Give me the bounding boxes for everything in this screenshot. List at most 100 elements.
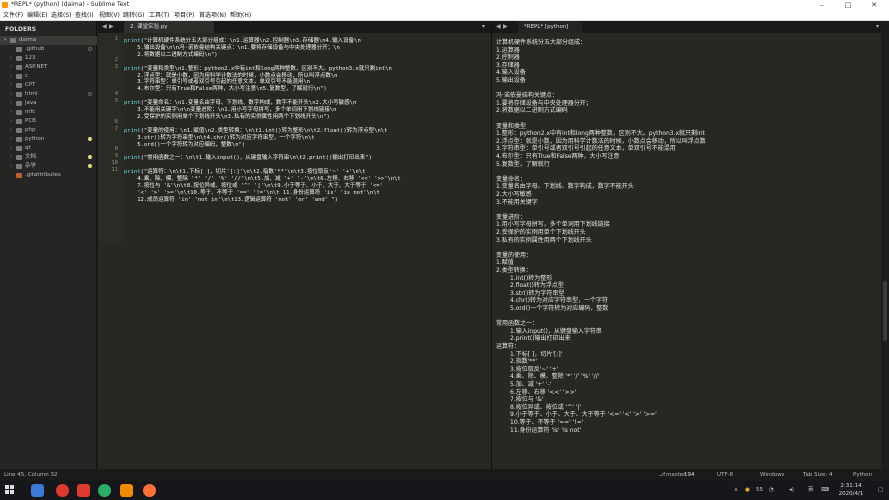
menu-project[interactable]: 项目(P) xyxy=(174,10,194,21)
git-status-icon xyxy=(88,164,92,168)
wechat-icon[interactable] xyxy=(98,484,111,497)
menu-preferences[interactable]: 首选项(N) xyxy=(199,10,226,21)
menu-tools[interactable]: 工具(T) xyxy=(149,10,169,21)
line-number: 3 xyxy=(114,63,118,70)
repl-output[interactable]: 计算机硬件系统分五大部分组成： 1.运算器 2.控制器 3.存储器 4.输入设备 5.输出… xyxy=(492,33,881,469)
code-line[interactable]: 12.成员运算符 'in' 'not in'\n\t13.逻辑运算符 'not'… xyxy=(124,195,338,203)
sidebar-item[interactable]: › ASP.NET xyxy=(0,63,97,72)
file-explorer-icon[interactable] xyxy=(31,484,44,497)
chevron-right-icon[interactable]: › xyxy=(10,144,15,153)
tab-prev-icon[interactable]: ◀ xyxy=(102,23,107,30)
sidebar-item[interactable]: › php xyxy=(0,126,97,135)
chevron-down-icon[interactable]: ▾ xyxy=(4,36,9,45)
tab-menu-icon[interactable]: ▾ xyxy=(482,23,485,30)
chevron-right-icon[interactable]: › xyxy=(10,81,15,90)
sidebar-item[interactable]: .gitattributes xyxy=(0,171,97,180)
output-line: 5.复数型，了解就行 xyxy=(496,160,550,168)
tab-menu-icon-right[interactable]: ▾ xyxy=(876,23,879,30)
code-line[interactable]: 2.受保护的实例用单个下划线开头\n3.私有的实例属性用两个下划线开头\n") xyxy=(124,112,330,120)
clock-time: 2:31:14 xyxy=(840,483,862,489)
tray-chevron-icon[interactable]: ∧ xyxy=(734,481,738,500)
menu-view[interactable]: 视图(V) xyxy=(99,10,120,21)
sidebar-item-label: qt xyxy=(25,145,31,151)
menu-file[interactable]: 文件(F) xyxy=(3,10,23,21)
weibo-icon[interactable] xyxy=(77,484,90,497)
status-tab-size[interactable]: Tab Size: 4 xyxy=(803,469,832,481)
tab-editor-file[interactable]: 2. 课堂实验.py xyxy=(124,21,214,33)
chevron-right-icon[interactable]: › xyxy=(10,54,15,63)
sidebar-item[interactable]: › 123 xyxy=(0,54,97,63)
code-line[interactable]: print("常用函数之一：\n\t1.输入input()，从键盘输入字符串\n… xyxy=(124,153,372,161)
sublime-text-icon[interactable] xyxy=(120,484,133,497)
output-scrollbar[interactable] xyxy=(881,21,889,469)
chevron-right-icon[interactable]: › xyxy=(10,153,15,162)
output-line: 5.输出设备 xyxy=(496,77,526,84)
sidebar-item[interactable]: .github xyxy=(0,45,97,54)
chevron-right-icon[interactable]: › xyxy=(10,63,15,72)
chevron-right-icon[interactable]: › xyxy=(10,90,15,99)
sidebar-item[interactable]: › 杂学 xyxy=(0,162,97,171)
tray-network-icon[interactable]: ◔ xyxy=(769,481,774,500)
code-line[interactable]: 4.布尔型：只有True和False两种，大小写注意\n5.复数型，了解就行\n… xyxy=(124,84,326,92)
output-line: 11.身份运算符 'is' 'is not' xyxy=(510,426,582,434)
window-title: *REPL* (python) (daima) - Sublime Text xyxy=(11,1,130,8)
close-button[interactable]: ✕ xyxy=(863,0,885,10)
menu-find[interactable]: 查找(I) xyxy=(75,10,93,21)
tab-prev-icon-right[interactable]: ◀ xyxy=(496,23,501,30)
line-number: 2 xyxy=(114,56,118,63)
code-editor[interactable]: 1 print("计算机硬件系统分五大部分组成：\n1.运算器\n2.控制器\n3… xyxy=(98,33,581,469)
sidebar-item[interactable]: › 文档 xyxy=(0,153,97,162)
sidebar-item[interactable]: › java xyxy=(0,99,97,108)
status-syntax[interactable]: Python xyxy=(853,469,872,481)
status-encoding[interactable]: UTF-8 xyxy=(717,469,733,481)
code-line[interactable]: 5.ord()一个字符转为对应编码，整数\n") xyxy=(124,140,245,148)
chevron-right-icon[interactable]: › xyxy=(10,72,15,81)
menu-edit[interactable]: 编辑(E) xyxy=(27,10,47,21)
sidebar-item[interactable]: › c xyxy=(0,72,97,81)
sidebar-item-label: 杂学 xyxy=(25,163,37,169)
notification-icon[interactable]: ▢ xyxy=(878,481,883,500)
sidebar-item[interactable]: › CPT xyxy=(0,81,97,90)
sidebar-item[interactable]: › html xyxy=(0,90,97,99)
sublime-window: *REPL* (python) (daima) - Sublime Text –… xyxy=(0,0,889,500)
sidebar-item[interactable]: › PCB xyxy=(0,117,97,126)
left-tab-bar: ◀ ▶ 2. 课堂实验.py ▾ xyxy=(98,21,491,33)
tab-next-icon-right[interactable]: ▶ xyxy=(503,23,508,30)
tray-app-icon[interactable]: ● xyxy=(745,481,750,500)
line-number: 4 xyxy=(114,91,118,98)
chevron-right-icon[interactable]: › xyxy=(10,135,15,144)
status-branch[interactable]: master xyxy=(666,469,685,481)
code-line[interactable]: 2.将数据以二进制方式编码\n") xyxy=(124,50,217,58)
tab-next-icon[interactable]: ▶ xyxy=(109,23,114,30)
firefox-icon[interactable] xyxy=(143,484,156,497)
folder-icon xyxy=(16,56,22,61)
sidebar-item[interactable]: › mfc xyxy=(0,108,97,117)
sidebar-item[interactable]: ▾ daima xyxy=(0,36,97,45)
status-bar: Line 45, Column 32 ⎇ master 194 UTF-8 Wi… xyxy=(0,469,889,481)
menu-select[interactable]: 选择(S) xyxy=(51,10,72,21)
line-number: 11 xyxy=(111,167,118,174)
volume-icon[interactable]: ◂) xyxy=(789,481,794,500)
chevron-right-icon[interactable]: › xyxy=(10,99,15,108)
netease-music-icon[interactable] xyxy=(56,484,69,497)
scrollbar-thumb[interactable] xyxy=(883,281,887,341)
windows-start-icon[interactable] xyxy=(5,485,15,495)
taskbar-clock[interactable]: 2:31:14 2020/4/1 xyxy=(836,483,866,498)
chevron-right-icon[interactable]: › xyxy=(10,108,15,117)
chevron-right-icon[interactable]: › xyxy=(10,162,15,171)
maximize-button[interactable]: □ xyxy=(837,0,859,10)
tab-repl[interactable]: *REPL* [python] xyxy=(518,21,582,33)
chevron-right-icon[interactable]: › xyxy=(10,117,15,126)
ime-icon[interactable]: ⌨ xyxy=(821,481,829,500)
title-bar: *REPL* (python) (daima) - Sublime Text –… xyxy=(0,0,889,10)
menu-goto[interactable]: 跳转(G) xyxy=(123,10,144,21)
chevron-right-icon[interactable]: › xyxy=(10,126,15,135)
sidebar-item-label: daima xyxy=(19,37,37,43)
sidebar-item[interactable]: › qt xyxy=(0,144,97,153)
minimize-button[interactable]: – xyxy=(811,0,833,10)
input-language[interactable]: 英 xyxy=(808,481,814,500)
status-line-endings[interactable]: Windows xyxy=(760,469,785,481)
sidebar-item-label: php xyxy=(25,127,36,133)
menu-help[interactable]: 帮助(H) xyxy=(230,10,251,21)
sidebar-item[interactable]: › python xyxy=(0,135,97,144)
